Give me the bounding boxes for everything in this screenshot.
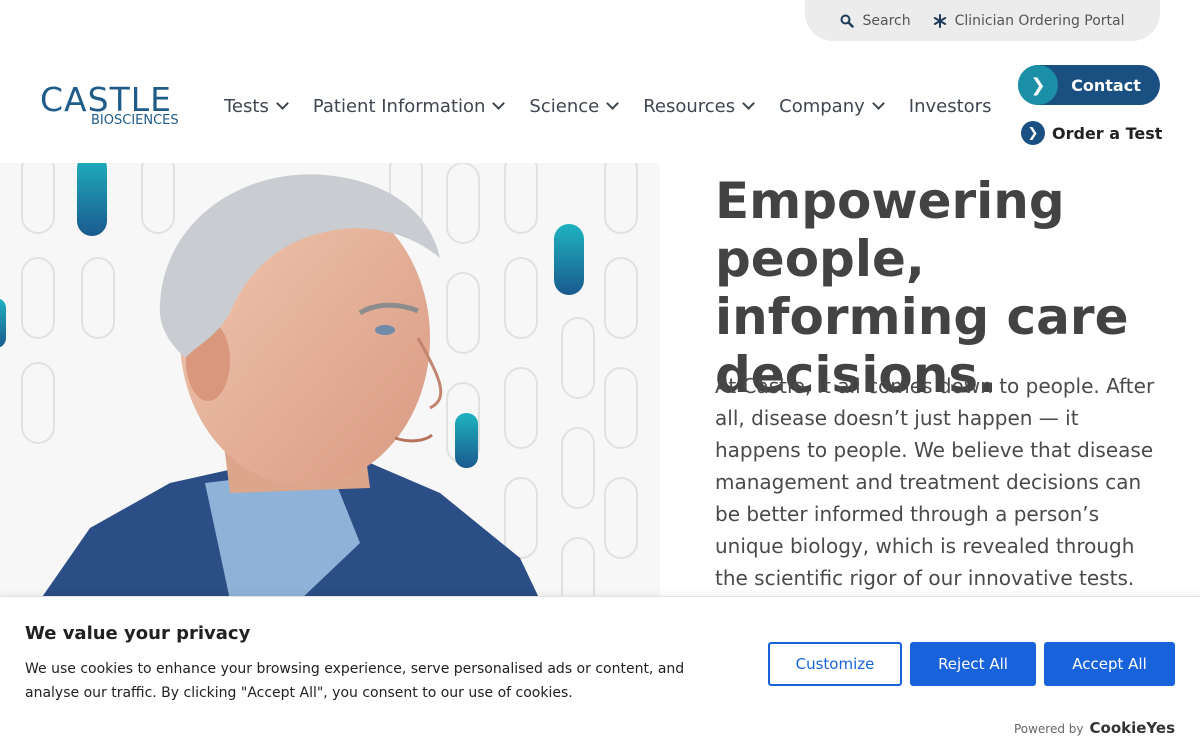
castle-logo[interactable]: CASTLE BIOSCIENCES: [40, 82, 182, 130]
cookieyes-logo: CookieYes: [1089, 719, 1176, 737]
clinician-portal-label: Clinician Ordering Portal: [954, 12, 1125, 29]
asterisk-icon: [933, 13, 946, 28]
nav-item-science[interactable]: Science: [529, 95, 620, 117]
hero-photo-illustration: [0, 163, 638, 600]
accept-all-button[interactable]: Accept All: [1044, 642, 1175, 686]
main-nav: Tests Patient Information Science Resour…: [224, 92, 991, 120]
hero-image: [0, 163, 660, 600]
cookie-title: We value your privacy: [25, 623, 251, 644]
nav-label: Investors: [908, 95, 992, 117]
chevron-right-icon: ❯: [1018, 65, 1058, 105]
nav-item-company[interactable]: Company: [779, 95, 885, 117]
powered-by-label: Powered by: [1013, 722, 1084, 736]
nav-item-patient-information[interactable]: Patient Information: [312, 95, 506, 117]
nav-label: Company: [779, 95, 865, 117]
utility-bar: Search Clinician Ordering Portal: [805, 0, 1160, 41]
cookie-text: We use cookies to enhance your browsing …: [25, 661, 685, 701]
chevron-down-icon: [871, 97, 885, 110]
contact-button[interactable]: ❯ Contact: [1018, 65, 1160, 105]
powered-by[interactable]: Powered by CookieYes: [1014, 719, 1175, 737]
cookie-banner: We value your privacy We use cookies to …: [0, 596, 1200, 750]
order-test-label: Order a Test: [1052, 123, 1163, 143]
search-label: Search: [862, 12, 911, 29]
nav-item-resources[interactable]: Resources: [643, 95, 756, 117]
chevron-down-icon: [492, 97, 506, 110]
logo-subtitle: BIOSCIENCES: [91, 113, 179, 128]
chevron-down-icon: [606, 97, 620, 110]
hero-body: At Castle, it all comes down to people. …: [715, 374, 1155, 622]
nav-label: Tests: [224, 95, 269, 117]
order-test-link[interactable]: ❯ Order a Test: [1021, 121, 1162, 145]
nav-item-tests[interactable]: Tests: [224, 95, 289, 117]
nav-item-investors[interactable]: Investors: [909, 96, 992, 117]
reject-all-button[interactable]: Reject All: [910, 642, 1036, 686]
nav-label: Patient Information: [312, 95, 486, 117]
search-link[interactable]: Search: [840, 12, 911, 29]
chevron-right-icon: ❯: [1021, 121, 1045, 145]
chevron-down-icon: [742, 97, 756, 110]
nav-label: Science: [529, 95, 600, 117]
contact-label: Contact: [1071, 75, 1141, 95]
search-icon: [840, 14, 855, 28]
nav-label: Resources: [643, 95, 736, 117]
customize-button[interactable]: Customize: [768, 642, 902, 686]
chevron-down-icon: [275, 97, 289, 110]
clinician-portal-link[interactable]: Clinician Ordering Portal: [933, 13, 1125, 29]
